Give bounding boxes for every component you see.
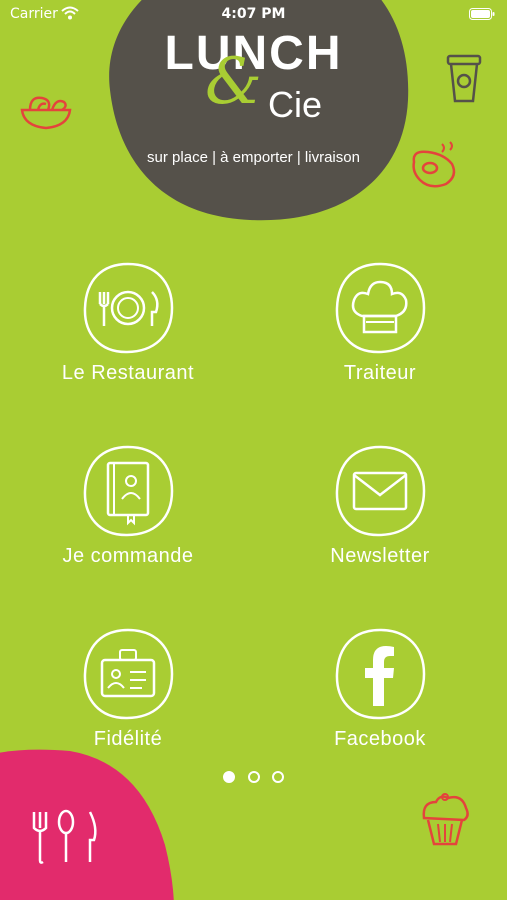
home-screen: Carrier 4:07 PM LUNCH & Cie sur place | … — [0, 0, 507, 900]
logo-tagline: sur place | à emporter | livraison — [147, 149, 360, 166]
noodle-bowl-icon — [20, 96, 72, 130]
cutlery-icon[interactable] — [30, 808, 102, 866]
clock: 4:07 PM — [221, 6, 286, 22]
envelope-icon — [335, 445, 426, 537]
battery-icon — [469, 8, 495, 20]
loyalty-card-icon — [83, 628, 174, 720]
order-book-icon — [83, 445, 174, 537]
menu-item-commande[interactable]: Je commande — [28, 443, 228, 568]
menu-item-newsletter[interactable]: Newsletter — [280, 443, 480, 568]
menu-label-commande: Je commande — [62, 545, 194, 567]
page-dot-2[interactable] — [247, 771, 260, 783]
plate-cutlery-icon — [83, 262, 174, 354]
menu-label-traiteur: Traiteur — [343, 362, 417, 384]
logo-cie-text: Cie — [268, 84, 323, 125]
menu-item-restaurant[interactable]: Le Restaurant — [28, 260, 228, 385]
page-dot-1[interactable] — [223, 771, 236, 783]
steak-icon — [412, 141, 456, 188]
cupcake-icon — [422, 793, 469, 846]
menu-label-facebook: Facebook — [334, 728, 426, 750]
facebook-icon — [335, 628, 426, 720]
menu-label-restaurant: Le Restaurant — [61, 362, 195, 384]
menu-label-newsletter: Newsletter — [330, 545, 430, 567]
chef-hat-icon — [335, 262, 426, 354]
menu-item-fidelite[interactable]: Fidélité — [28, 626, 228, 751]
status-bar: Carrier 4:07 PM — [0, 0, 507, 28]
menu-item-traiteur[interactable]: Traiteur — [280, 260, 480, 385]
page-dot-3[interactable] — [271, 771, 284, 783]
logo-ampersand: & — [205, 45, 262, 119]
page-indicator[interactable] — [0, 770, 507, 788]
menu-item-facebook[interactable]: Facebook — [280, 626, 480, 751]
